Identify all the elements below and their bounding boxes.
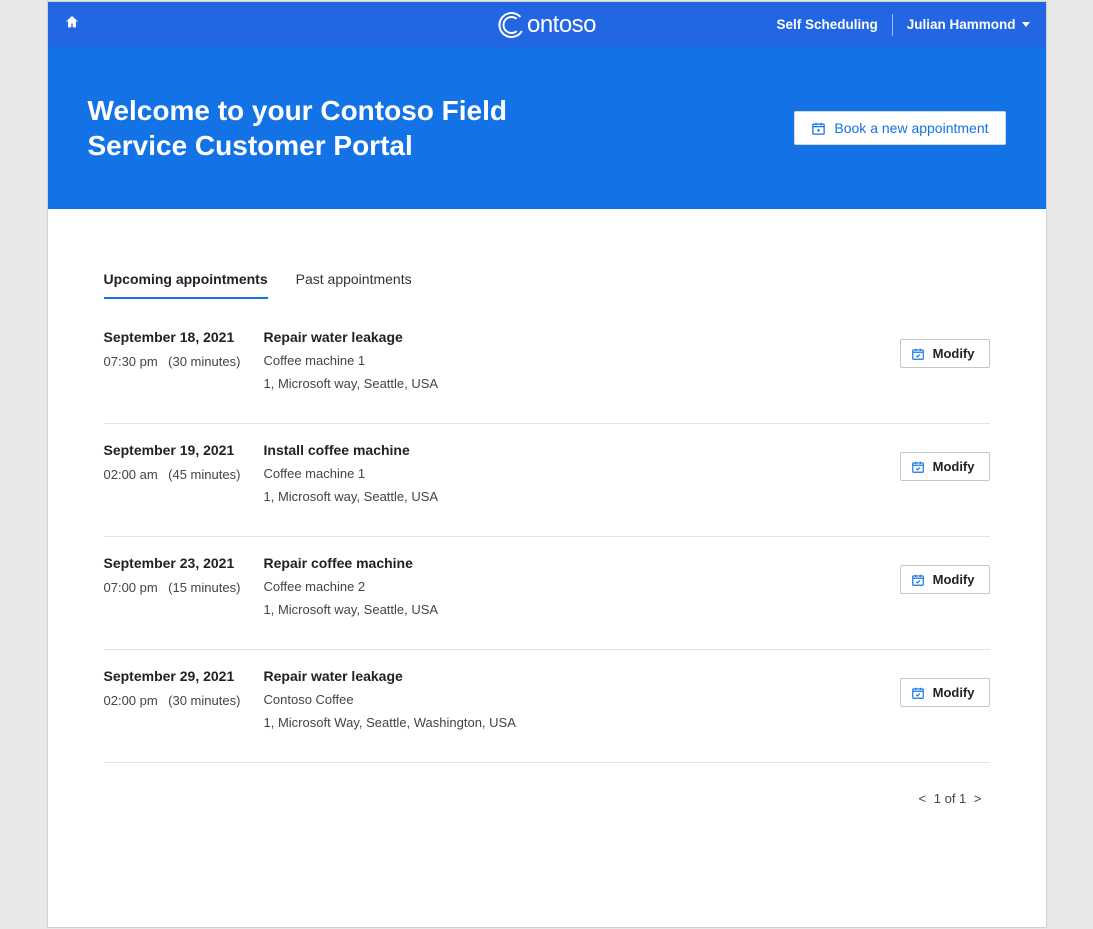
- page: ontoso Self Scheduling Julian Hammond We…: [47, 1, 1047, 928]
- appointment-duration: (45 minutes): [168, 467, 240, 482]
- appointment-duration: (30 minutes): [168, 354, 240, 369]
- appointment-details: Install coffee machine Coffee machine 1 …: [264, 442, 870, 512]
- appointment-asset: Coffee machine 1: [264, 466, 870, 481]
- navbar-right: Self Scheduling Julian Hammond: [776, 14, 1029, 36]
- appointment-actions: Modify: [870, 442, 990, 481]
- appointment-title: Repair water leakage: [264, 329, 870, 345]
- pagination-text: 1 of 1: [934, 791, 967, 806]
- appointment-title: Install coffee machine: [264, 442, 870, 458]
- book-appointment-button[interactable]: Book a new appointment: [794, 111, 1005, 145]
- appointment-time: 07:00 pm: [104, 580, 158, 595]
- pagination-next[interactable]: >: [974, 791, 982, 806]
- calendar-check-icon: [911, 460, 925, 474]
- appointment-asset: Coffee machine 2: [264, 579, 870, 594]
- appointment-actions: Modify: [870, 555, 990, 594]
- appointment-duration: (15 minutes): [168, 580, 240, 595]
- calendar-check-icon: [911, 686, 925, 700]
- appointment-title: Repair coffee machine: [264, 555, 870, 571]
- navbar-divider: [892, 14, 893, 36]
- brand-logo: ontoso: [497, 11, 596, 39]
- appointment-details: Repair water leakage Contoso Coffee 1, M…: [264, 668, 870, 738]
- appointment-datetime: September 19, 2021 02:00 am (45 minutes): [104, 442, 264, 484]
- self-scheduling-link[interactable]: Self Scheduling: [776, 17, 877, 32]
- appointment-row: September 18, 2021 07:30 pm (30 minutes)…: [104, 323, 990, 424]
- chevron-down-icon: [1022, 22, 1030, 27]
- appointment-time: 02:00 pm: [104, 693, 158, 708]
- modify-button[interactable]: Modify: [900, 678, 990, 707]
- calendar-plus-icon: [811, 121, 826, 136]
- tabs: Upcoming appointments Past appointments: [104, 271, 990, 299]
- tab-past[interactable]: Past appointments: [296, 271, 412, 299]
- appointment-date: September 19, 2021: [104, 442, 264, 458]
- appointment-title: Repair water leakage: [264, 668, 870, 684]
- appointment-address: 1, Microsoft way, Seattle, USA: [264, 489, 870, 504]
- pagination-prev[interactable]: <: [919, 791, 927, 806]
- content: Upcoming appointments Past appointments …: [48, 209, 1046, 806]
- appointment-asset: Contoso Coffee: [264, 692, 870, 707]
- pagination: < 1 of 1 >: [104, 791, 990, 806]
- appointment-datetime: September 23, 2021 07:00 pm (15 minutes): [104, 555, 264, 597]
- modify-button[interactable]: Modify: [900, 565, 990, 594]
- appointment-address: 1, Microsoft Way, Seattle, Washington, U…: [264, 715, 870, 730]
- appointment-row: September 29, 2021 02:00 pm (30 minutes)…: [104, 650, 990, 763]
- appointment-time: 07:30 pm: [104, 354, 158, 369]
- appointment-list: September 18, 2021 07:30 pm (30 minutes)…: [104, 323, 990, 763]
- appointment-actions: Modify: [870, 329, 990, 368]
- modify-label: Modify: [933, 572, 975, 587]
- calendar-check-icon: [911, 347, 925, 361]
- modify-button[interactable]: Modify: [900, 452, 990, 481]
- appointment-datetime: September 29, 2021 02:00 pm (30 minutes): [104, 668, 264, 710]
- home-icon: [64, 14, 80, 35]
- appointment-date: September 29, 2021: [104, 668, 264, 684]
- page-title: Welcome to your Contoso Field Service Cu…: [88, 93, 508, 163]
- appointment-duration: (30 minutes): [168, 693, 240, 708]
- modify-button[interactable]: Modify: [900, 339, 990, 368]
- appointment-date: September 18, 2021: [104, 329, 264, 345]
- hero: Welcome to your Contoso Field Service Cu…: [48, 47, 1046, 209]
- appointment-actions: Modify: [870, 668, 990, 707]
- appointment-asset: Coffee machine 1: [264, 353, 870, 368]
- user-menu[interactable]: Julian Hammond: [907, 17, 1030, 32]
- calendar-check-icon: [911, 573, 925, 587]
- appointment-date: September 23, 2021: [104, 555, 264, 571]
- appointment-address: 1, Microsoft way, Seattle, USA: [264, 602, 870, 617]
- user-name: Julian Hammond: [907, 17, 1016, 32]
- brand-text: ontoso: [527, 11, 596, 39]
- modify-label: Modify: [933, 459, 975, 474]
- book-appointment-label: Book a new appointment: [834, 120, 988, 136]
- tab-upcoming[interactable]: Upcoming appointments: [104, 271, 268, 299]
- modify-label: Modify: [933, 346, 975, 361]
- appointment-details: Repair coffee machine Coffee machine 2 1…: [264, 555, 870, 625]
- appointment-time: 02:00 am: [104, 467, 158, 482]
- brand-swirl-icon: [497, 11, 525, 39]
- appointment-row: September 19, 2021 02:00 am (45 minutes)…: [104, 424, 990, 537]
- home-link[interactable]: [64, 14, 104, 35]
- appointment-details: Repair water leakage Coffee machine 1 1,…: [264, 329, 870, 399]
- appointment-datetime: September 18, 2021 07:30 pm (30 minutes): [104, 329, 264, 371]
- appointment-address: 1, Microsoft way, Seattle, USA: [264, 376, 870, 391]
- appointment-row: September 23, 2021 07:00 pm (15 minutes)…: [104, 537, 990, 650]
- modify-label: Modify: [933, 685, 975, 700]
- navbar: ontoso Self Scheduling Julian Hammond: [48, 2, 1046, 47]
